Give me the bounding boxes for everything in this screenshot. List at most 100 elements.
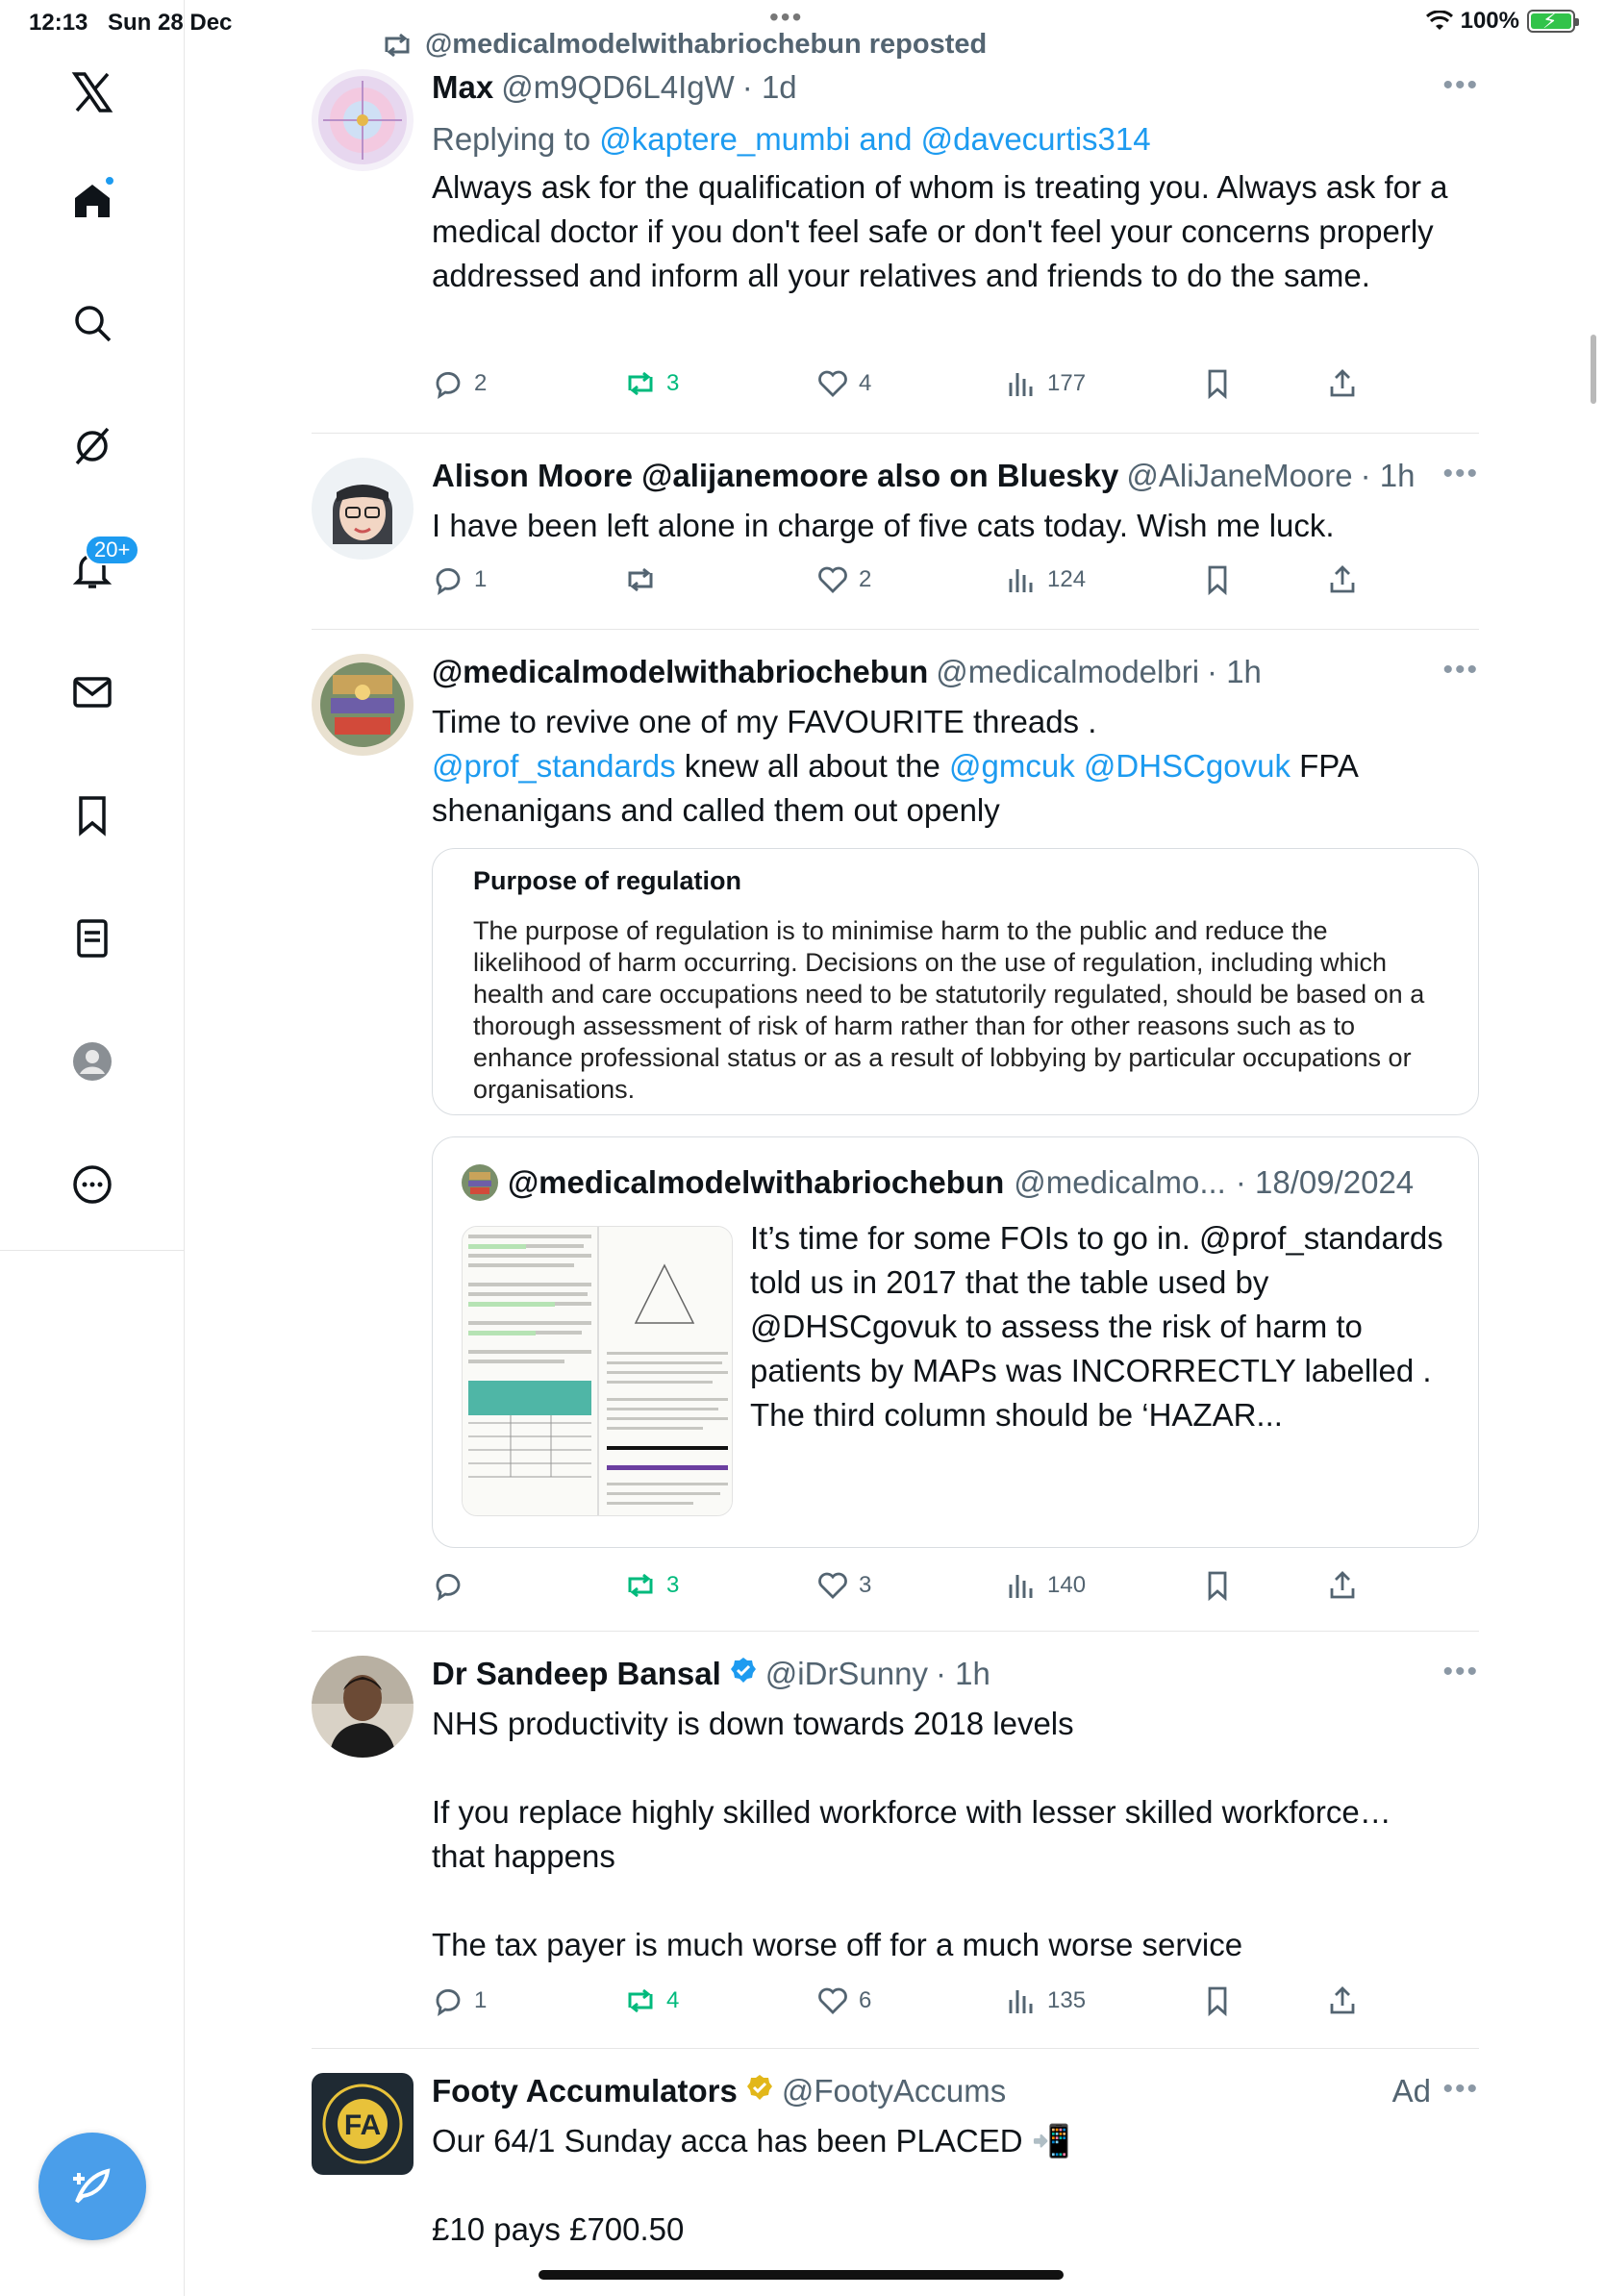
reply-mention[interactable]: @davecurtis314 — [921, 121, 1151, 157]
author-name[interactable]: Dr Sandeep Bansal — [432, 1656, 721, 1692]
avatar[interactable]: FA — [312, 2073, 414, 2175]
heart-icon — [818, 370, 847, 397]
more-options-icon[interactable]: ••• — [1442, 458, 1479, 490]
author-name[interactable]: @medicalmodelwithabriochebun — [432, 654, 928, 690]
post-time[interactable]: · 1h — [1361, 458, 1416, 494]
reply-button[interactable] — [432, 1569, 474, 1602]
replying-to-label: Replying to — [432, 121, 600, 157]
quoted-post-time: · 18/09/2024 — [1235, 1164, 1415, 1200]
view-count: 135 — [1047, 1987, 1087, 2013]
share-button[interactable] — [1326, 1984, 1359, 2017]
reply-button[interactable]: 1 — [432, 563, 487, 596]
post-separator — [312, 2048, 1479, 2049]
post-time[interactable]: · 1h — [1207, 654, 1262, 690]
quoted-post-text: It’s time for some FOIs to go in. @prof_… — [750, 1220, 1443, 1433]
mention-link[interactable]: @DHSCgovuk — [1084, 748, 1291, 784]
heart-icon — [818, 1987, 847, 2014]
reply-mention[interactable]: @kaptere_mumbi — [599, 121, 850, 157]
lists-icon[interactable] — [63, 910, 121, 967]
repost-icon — [628, 567, 653, 592]
like-button[interactable]: 4 — [816, 367, 871, 400]
author-handle[interactable]: @FootyAccums — [782, 2073, 1006, 2109]
scrollbar[interactable] — [1591, 335, 1596, 404]
views-button[interactable]: 124 — [1005, 563, 1086, 596]
bookmark-icon — [1208, 1986, 1227, 2017]
post-text-line: Time to revive one of my FAVOURITE threa… — [432, 704, 1097, 739]
post-actions: 3 3 140 — [432, 1569, 1374, 1608]
bookmark-button[interactable] — [1201, 1984, 1234, 2017]
quoted-author-name[interactable]: @medicalmodelwithabriochebun — [508, 1164, 1004, 1201]
quoted-author-handle[interactable]: @medicalmo... — [1014, 1164, 1226, 1201]
author-name[interactable]: Alison Moore @alijanemoore also on Blues… — [432, 458, 1118, 494]
search-icon[interactable] — [63, 294, 121, 352]
reply-button[interactable]: 1 — [432, 1984, 487, 2017]
quoted-post-card[interactable]: @medicalmodelwithabriochebun @medicalmo.… — [432, 1136, 1479, 1548]
repost-header: @medicalmodelwithabriochebun reposted — [381, 29, 987, 61]
avatar[interactable] — [312, 458, 414, 560]
repost-button[interactable]: 3 — [624, 1569, 679, 1602]
views-button[interactable]: 140 — [1005, 1569, 1086, 1602]
battery-icon: ⚡ — [1527, 9, 1579, 33]
author-handle[interactable]: @AliJaneMoore — [1126, 458, 1352, 494]
share-button[interactable] — [1326, 563, 1359, 596]
battery-percent: 100% — [1460, 8, 1519, 34]
replying-to: Replying to @kaptere_mumbi and @davecurt… — [432, 117, 1479, 162]
quoted-post-image[interactable] — [462, 1226, 733, 1516]
quoted-avatar[interactable] — [462, 1164, 498, 1201]
x-logo-icon[interactable] — [63, 63, 121, 121]
home-icon[interactable] — [63, 171, 121, 229]
like-button[interactable]: 2 — [816, 563, 871, 596]
post-time[interactable]: · 1d — [742, 69, 797, 106]
view-count: 140 — [1047, 1572, 1087, 1598]
views-icon — [1009, 373, 1033, 396]
post-text-part: knew all about the — [675, 748, 949, 784]
compose-post-button[interactable] — [38, 2133, 146, 2240]
mention-link[interactable]: @gmcuk — [949, 748, 1075, 784]
post-header: Footy Accumulators @FootyAccums — [432, 2073, 1479, 2115]
bookmark-button[interactable] — [1201, 563, 1234, 596]
notifications-icon[interactable]: 20+ — [63, 535, 140, 598]
more-options-icon[interactable]: ••• — [1442, 69, 1479, 102]
messages-icon[interactable] — [63, 663, 121, 721]
more-options-icon[interactable]: ••• — [1442, 654, 1479, 686]
quoted-post-header: @medicalmodelwithabriochebun @medicalmo.… — [462, 1164, 1414, 1201]
author-name[interactable]: Footy Accumulators — [432, 2073, 738, 2109]
share-button[interactable] — [1326, 367, 1359, 400]
home-indicator[interactable] — [539, 2270, 1064, 2280]
like-button[interactable]: 3 — [816, 1569, 871, 1602]
like-button[interactable]: 6 — [816, 1984, 871, 2017]
reply-button[interactable]: 2 — [432, 367, 487, 400]
bookmark-icon — [1208, 1571, 1227, 1602]
author-handle[interactable]: @medicalmodelbri — [936, 654, 1199, 690]
bookmarks-icon[interactable] — [63, 786, 121, 844]
post-text-paragraph: £10 pays £700.50 — [432, 2211, 685, 2247]
avatar[interactable] — [312, 69, 414, 171]
avatar[interactable] — [312, 1656, 414, 1758]
more-icon[interactable] — [63, 1156, 121, 1213]
verified-badge-icon — [730, 1658, 756, 1683]
repost-button[interactable]: 4 — [624, 1984, 679, 2017]
post-header: Alison Moore @alijanemoore also on Blues… — [432, 458, 1479, 500]
wifi-icon — [1425, 11, 1453, 30]
views-button[interactable]: 177 — [1005, 367, 1086, 400]
post-separator — [312, 629, 1479, 630]
bookmark-button[interactable] — [1201, 1569, 1234, 1602]
views-button[interactable]: 135 — [1005, 1984, 1086, 2017]
reply-icon — [436, 1573, 461, 1601]
document-image-card[interactable]: Purpose of regulation The purpose of reg… — [432, 848, 1479, 1115]
mention-link[interactable]: @prof_standards — [432, 748, 676, 784]
bookmark-button[interactable] — [1201, 367, 1234, 400]
share-icon — [1330, 1571, 1355, 1599]
author-handle[interactable]: @m9QD6L4IgW — [501, 69, 735, 106]
repost-button[interactable] — [624, 563, 666, 596]
share-button[interactable] — [1326, 1569, 1359, 1602]
grok-icon[interactable] — [63, 417, 121, 475]
more-options-icon[interactable]: ••• — [1442, 1656, 1479, 1688]
profile-icon[interactable] — [63, 1033, 121, 1090]
author-handle[interactable]: @iDrSunny — [765, 1656, 928, 1692]
author-name[interactable]: Max — [432, 69, 493, 106]
more-options-icon[interactable]: ••• — [1442, 2073, 1479, 2106]
avatar[interactable] — [312, 654, 414, 756]
repost-button[interactable]: 3 — [624, 367, 679, 400]
post-time[interactable]: · 1h — [936, 1656, 990, 1692]
